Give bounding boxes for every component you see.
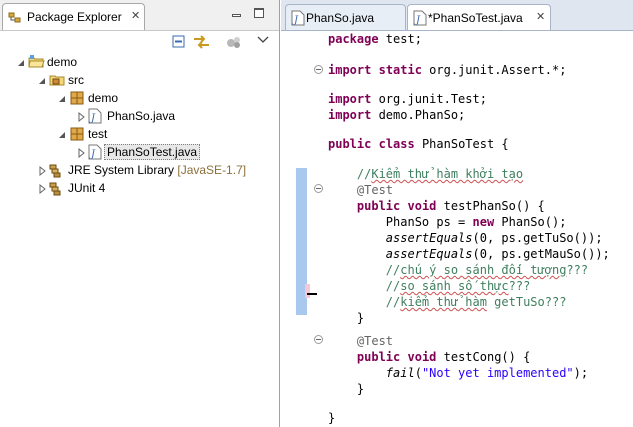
view-menu-icon[interactable] <box>257 34 269 48</box>
filters-icon[interactable] <box>226 35 242 52</box>
tree-label: JRE System Library [JavaSE-1.7] <box>68 163 247 177</box>
svg-text:J: J <box>89 149 96 160</box>
code-line: //Kiểm thử hàm khởi tạo <box>356 167 524 181</box>
cursor-marker <box>307 293 317 295</box>
code-line: import org.junit.Test; <box>328 92 487 106</box>
tree-label: PhanSo.java <box>107 109 176 123</box>
code-line: PhanSo ps = new PhanSo(); <box>385 215 567 229</box>
code-line: @Test <box>356 334 394 348</box>
code-area[interactable]: package test; import static org.junit.As… <box>281 31 633 427</box>
package-explorer-view: Package Explorer ✕ demo src demo J PhanS… <box>0 0 280 427</box>
code-line: } <box>356 382 365 396</box>
project-folder-icon <box>28 54 45 73</box>
java-file-icon: J <box>413 10 427 29</box>
collapsed-arrow-icon[interactable] <box>37 183 47 195</box>
java-editor: J PhanSo.java J *PhanSoTest.java ✕ packa… <box>281 0 633 427</box>
code-line: import static org.junit.Assert.*; <box>328 63 567 77</box>
package-explorer-icon <box>8 10 24 29</box>
java-file-icon: J <box>291 10 305 29</box>
code-line: package test; <box>328 32 422 46</box>
view-tab-bar: Package Explorer ✕ <box>0 0 279 31</box>
tab-label: *PhanSoTest.java <box>428 11 523 25</box>
close-icon[interactable]: ✕ <box>536 10 545 23</box>
fold-toggle-icon[interactable] <box>314 65 323 74</box>
code-line: public class PhanSoTest { <box>328 137 509 151</box>
tree-label: JUnit 4 <box>68 181 106 195</box>
tree-label: demo <box>47 55 78 69</box>
expanded-arrow-icon[interactable] <box>57 129 67 139</box>
tree-label: test <box>88 127 108 141</box>
package-icon <box>69 126 85 145</box>
svg-text:J: J <box>414 15 421 26</box>
change-marker <box>305 284 310 298</box>
code-line: @Test <box>356 183 394 197</box>
java-file-icon: J <box>88 108 102 127</box>
code-line: assertEquals(0, ps.getMauSo()); <box>385 247 610 261</box>
library-icon <box>49 180 66 199</box>
tab-label: Package Explorer <box>27 10 122 24</box>
java-file-icon: J <box>88 144 102 163</box>
collapse-all-icon[interactable] <box>172 35 186 52</box>
code-line: } <box>328 411 336 425</box>
collapsed-arrow-icon[interactable] <box>76 147 86 159</box>
tree-label: demo <box>88 91 119 105</box>
tab-phanso-java[interactable]: J PhanSo.java <box>285 4 406 30</box>
code-line: //so sánh số thực??? <box>385 279 531 293</box>
collapsed-arrow-icon[interactable] <box>37 165 47 177</box>
expanded-arrow-icon[interactable] <box>16 57 26 67</box>
svg-text:J: J <box>292 15 299 26</box>
fold-toggle-icon[interactable] <box>314 335 323 344</box>
tree-label-selected: PhanSoTest.java <box>104 144 201 160</box>
maximize-button[interactable] <box>254 8 264 18</box>
collapsed-arrow-icon[interactable] <box>76 111 86 123</box>
expanded-arrow-icon[interactable] <box>57 93 67 103</box>
code-line: public void testCong() { <box>356 350 531 364</box>
fold-toggle-icon[interactable] <box>314 184 323 193</box>
expanded-arrow-icon[interactable] <box>37 75 47 85</box>
editor-tab-bar: J PhanSo.java J *PhanSoTest.java ✕ <box>281 0 633 31</box>
close-icon[interactable]: ✕ <box>131 9 140 22</box>
code-line: import demo.PhanSo; <box>328 108 466 122</box>
vertical-ruler <box>281 31 317 427</box>
code-line: public void testPhanSo() { <box>356 199 545 213</box>
tab-phansotest-java[interactable]: J *PhanSoTest.java ✕ <box>407 4 551 30</box>
code-line: fail("Not yet implemented"); <box>385 366 589 380</box>
code-line: } <box>356 311 365 325</box>
source-folder-icon <box>49 72 66 91</box>
tab-label: PhanSo.java <box>306 11 375 25</box>
svg-text:J: J <box>89 113 96 124</box>
library-icon <box>49 162 66 181</box>
view-toolbar <box>0 30 279 56</box>
minimize-button[interactable] <box>232 8 242 18</box>
code-line: //kiểm thử hàm getTuSo??? <box>385 295 567 309</box>
code-line: //chú ý so sánh đối tượng??? <box>385 263 589 277</box>
package-icon <box>69 90 85 109</box>
code-line: assertEquals(0, ps.getTuSo()); <box>385 231 603 245</box>
tree-label: src <box>68 73 84 87</box>
tab-package-explorer[interactable]: Package Explorer ✕ <box>2 3 145 30</box>
jre-version-label: [JavaSE-1.7] <box>177 163 247 177</box>
link-with-editor-icon[interactable] <box>193 35 211 52</box>
